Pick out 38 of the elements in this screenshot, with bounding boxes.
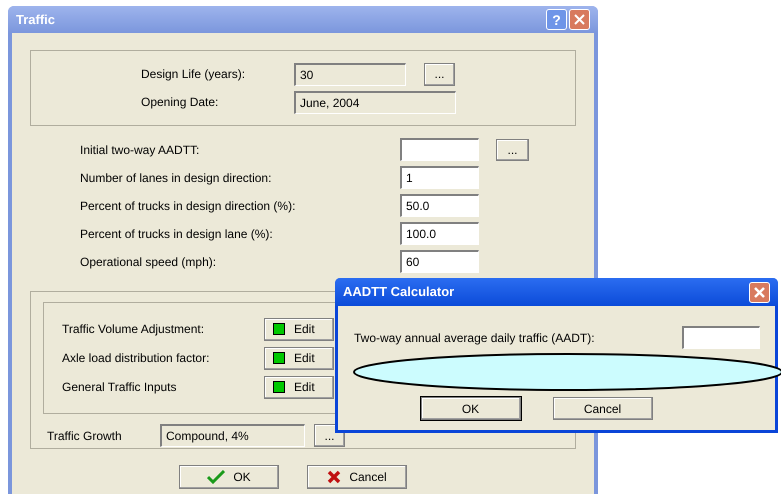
edit-button[interactable]: Edit bbox=[264, 376, 334, 398]
input-field[interactable]: Compound, 4% bbox=[160, 424, 305, 447]
field-label: Opening Date: bbox=[141, 94, 220, 111]
browse-button[interactable]: ... bbox=[424, 62, 455, 86]
input-field[interactable]: 100.0 bbox=[400, 222, 479, 245]
cross-icon bbox=[327, 470, 342, 484]
browse-button[interactable]: ... bbox=[496, 138, 529, 160]
field-label: Two-way annual average daily traffic (AADT): bbox=[354, 330, 596, 346]
close-button[interactable] bbox=[569, 9, 590, 30]
input-field[interactable]: 30 bbox=[294, 62, 406, 86]
input-field[interactable] bbox=[682, 326, 760, 349]
window-title: AADTT Calculator bbox=[343, 283, 454, 302]
input-field[interactable]: 60 bbox=[400, 250, 479, 273]
field-label: Traffic Growth bbox=[47, 428, 123, 444]
field-label: Percent of trucks in design lane (%): bbox=[80, 226, 274, 242]
factor-label: Axle load distribution factor: bbox=[62, 350, 210, 367]
ok-button[interactable]: OK bbox=[179, 465, 279, 489]
field-label: Percent of trucks in design direction (%): bbox=[80, 198, 296, 214]
window-title: Traffic bbox=[16, 10, 56, 29]
factor-label: General Traffic Inputs bbox=[62, 379, 178, 396]
input-field[interactable]: 1 bbox=[400, 166, 479, 189]
check-icon bbox=[207, 470, 226, 484]
field-label: Number of lanes in design direction: bbox=[80, 170, 272, 186]
factor-label: Traffic Volume Adjustment: bbox=[62, 321, 206, 338]
field-label: Initial two-way AADTT: bbox=[80, 142, 200, 158]
field-label: Operational speed (mph): bbox=[80, 254, 218, 270]
input-field[interactable]: June, 2004 bbox=[294, 90, 456, 114]
input-field[interactable]: 50.0 bbox=[400, 194, 479, 217]
field-label: Design Life (years): bbox=[141, 66, 246, 83]
edit-button[interactable]: Edit bbox=[264, 346, 334, 370]
cancel-button[interactable]: Cancel bbox=[307, 465, 407, 489]
edit-button[interactable]: Edit bbox=[264, 318, 334, 340]
close-button[interactable] bbox=[749, 282, 770, 302]
cancel-button[interactable]: Cancel bbox=[552, 397, 652, 420]
close-icon bbox=[754, 286, 765, 298]
close-icon bbox=[574, 14, 585, 25]
ok-button[interactable]: OK bbox=[420, 397, 520, 420]
input-field[interactable] bbox=[400, 138, 479, 161]
